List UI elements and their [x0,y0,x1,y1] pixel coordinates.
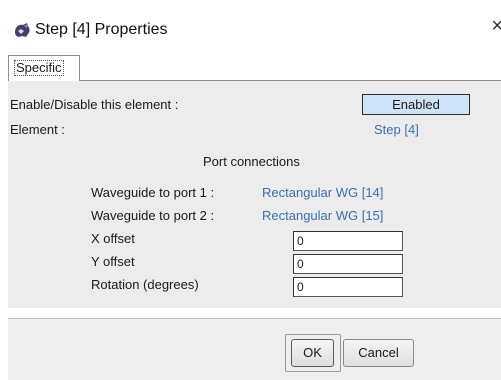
x-offset-input[interactable]: 0 [293,231,403,251]
port1-link[interactable]: Rectangular WG [14] [262,185,383,200]
y-offset-input[interactable]: 0 [293,254,403,274]
enabled-toggle-button[interactable]: Enabled [362,94,470,115]
port2-label: Waveguide to port 2 : [91,208,215,223]
port1-label: Waveguide to port 1 : [91,185,215,200]
element-label: Element : [10,122,65,137]
title-bar: Step [4] Properties × [0,0,501,58]
close-icon[interactable]: × [491,16,501,36]
rotation-input[interactable]: 0 [293,277,403,297]
port-connections-heading: Port connections [203,154,300,169]
tab-specific-label: Specific [14,60,64,76]
y-offset-label: Y offset [91,254,135,269]
app-gear-icon [15,23,30,37]
window-title: Step [4] Properties [35,21,168,38]
cancel-button[interactable]: Cancel [343,339,414,367]
ok-button[interactable]: OK [291,339,334,367]
rotation-label: Rotation (degrees) [91,277,199,292]
button-bar [8,319,501,380]
x-offset-label: X offset [91,231,135,246]
element-value: Step [4] [374,122,419,137]
port2-link[interactable]: Rectangular WG [15] [262,208,383,223]
tab-specific[interactable]: Specific [8,55,80,81]
enable-label: Enable/Disable this element : [10,97,179,112]
